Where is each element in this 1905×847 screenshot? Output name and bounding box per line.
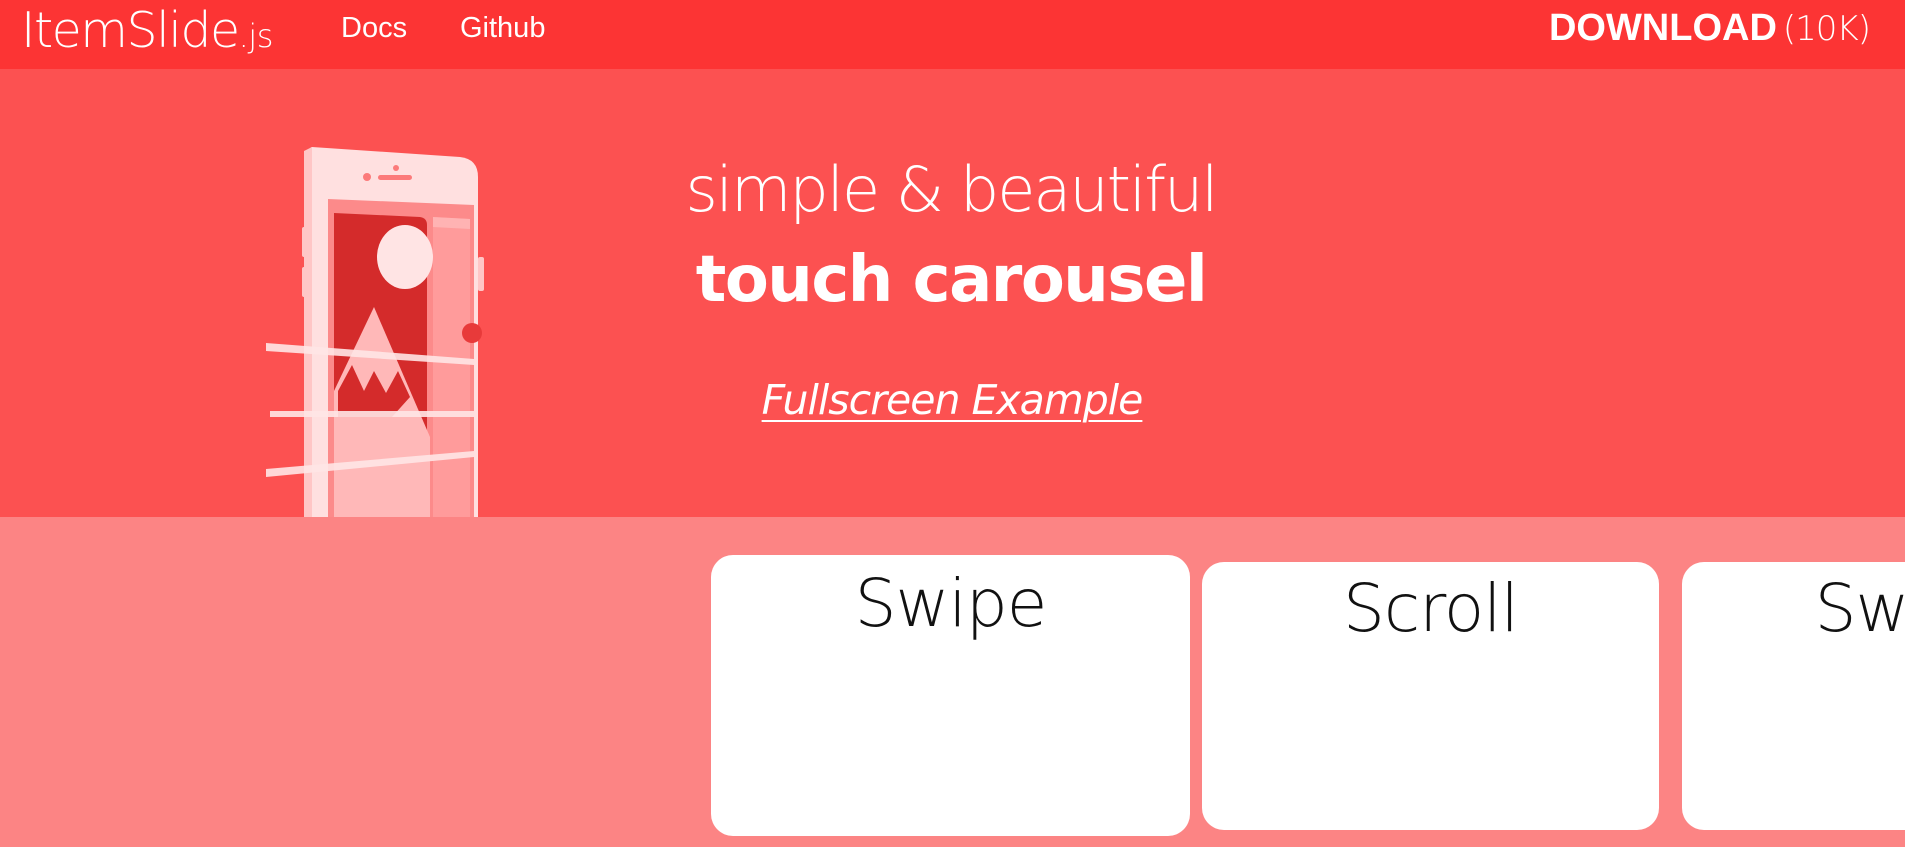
download-label: DOWNLOAD [1548,7,1777,49]
carousel-section[interactable]: Swipe Scroll Swipe [0,517,1905,847]
carousel-card-swipe[interactable]: Swipe [711,555,1190,836]
hero-section: simple & beautiful touch carousel Fullsc… [0,69,1905,517]
top-navigation-bar: ItemSlide.js Docs Github DOWNLOAD (10K) [0,0,1905,69]
brand-name: ItemSlide [21,2,240,59]
brand-logo[interactable]: ItemSlide.js [21,2,273,59]
carousel-card-title: Swipe [1814,570,1905,647]
tagline-line-2: touch carousel [695,243,1208,317]
carousel-card-title: Swipe [854,565,1048,642]
carousel-card-scroll[interactable]: Scroll [1202,562,1659,830]
carousel-card-title: Scroll [1343,570,1519,647]
download-size: (10K) [1782,9,1871,49]
tagline-line-1: simple & beautiful [685,153,1218,226]
phone-carousel-illustration [266,147,484,517]
fullscreen-example-link[interactable]: Fullscreen Example [762,376,1144,424]
download-button[interactable]: DOWNLOAD (10K) [1548,7,1871,50]
brand-extension: .js [238,17,274,55]
carousel-card-swipe-next[interactable]: Swipe [1682,562,1905,830]
nav-link-github[interactable]: Github [460,12,545,45]
nav-link-docs[interactable]: Docs [341,12,407,45]
